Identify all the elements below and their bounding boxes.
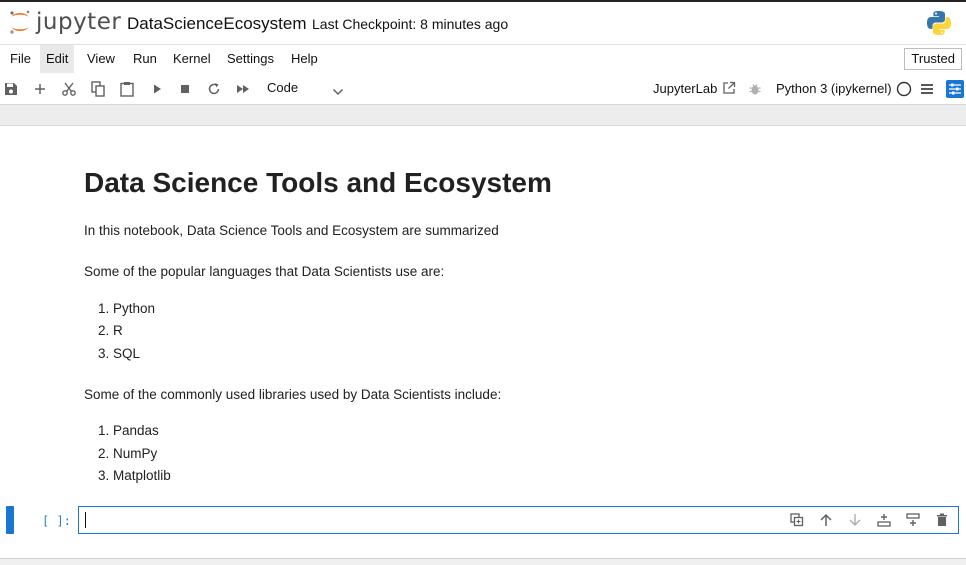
cell-prompt: [ ]: bbox=[42, 514, 71, 528]
list-item: 1. Python bbox=[98, 301, 156, 316]
jupyterlab-link[interactable]: JupyterLab bbox=[653, 81, 717, 96]
insert-above-icon[interactable] bbox=[876, 512, 892, 528]
python-logo-icon bbox=[926, 10, 952, 41]
move-down-icon[interactable] bbox=[847, 512, 863, 528]
copy-icon[interactable] bbox=[89, 80, 107, 98]
paste-icon[interactable] bbox=[118, 80, 136, 98]
list-item: 2. R bbox=[98, 323, 123, 338]
notebook-heading: Data Science Tools and Ecosystem bbox=[84, 167, 552, 198]
menu-settings[interactable]: Settings bbox=[221, 45, 280, 73]
cell-type-select[interactable]: Code bbox=[267, 80, 298, 95]
intro-text: In this notebook, Data Science Tools and… bbox=[84, 223, 499, 238]
cut-icon[interactable] bbox=[60, 80, 78, 98]
kernel-status-icon bbox=[895, 80, 913, 98]
menu-help[interactable]: Help bbox=[285, 45, 324, 73]
bug-icon[interactable] bbox=[746, 80, 764, 98]
fast-forward-icon[interactable] bbox=[234, 80, 252, 98]
move-up-icon[interactable] bbox=[818, 512, 834, 528]
notebook-toolbar: Code JupyterLab Python 3 (ipykernel) bbox=[0, 73, 966, 105]
restart-icon[interactable] bbox=[205, 80, 223, 98]
add-cell-icon[interactable] bbox=[31, 80, 49, 98]
kernel-name[interactable]: Python 3 (ipykernel) bbox=[776, 81, 892, 96]
active-cell-indicator bbox=[6, 506, 14, 534]
run-icon[interactable] bbox=[148, 80, 166, 98]
list-item: 2. NumPy bbox=[98, 446, 158, 461]
toolbar-separator bbox=[0, 105, 966, 126]
duplicate-cell-icon[interactable] bbox=[789, 512, 805, 528]
list-item: 3. Matplotlib bbox=[98, 468, 171, 483]
top-bar: jupyter DataScienceEcosystem Last Checkp… bbox=[0, 0, 966, 44]
external-link-icon[interactable] bbox=[720, 79, 738, 97]
menu-run[interactable]: Run bbox=[127, 45, 163, 73]
save-icon[interactable] bbox=[2, 80, 20, 98]
logo-text: jupyter bbox=[36, 9, 122, 35]
languages-intro: Some of the popular languages that Data … bbox=[84, 264, 445, 279]
text-caret bbox=[85, 512, 86, 528]
menu-view[interactable]: View bbox=[81, 45, 121, 73]
menu-bar: File Edit View Run Kernel Settings Help … bbox=[0, 44, 966, 74]
list-item: 1. Pandas bbox=[98, 423, 159, 438]
jupyter-logo[interactable]: jupyter bbox=[8, 8, 121, 36]
menu-lines-icon[interactable] bbox=[918, 80, 936, 98]
menu-file[interactable]: File bbox=[4, 45, 37, 73]
checkpoint-status: Last Checkpoint: 8 minutes ago bbox=[312, 16, 509, 32]
menu-edit[interactable]: Edit bbox=[40, 45, 75, 73]
property-inspector-icon[interactable] bbox=[946, 80, 964, 98]
insert-below-icon[interactable] bbox=[905, 512, 921, 528]
code-cell-input[interactable] bbox=[78, 506, 959, 534]
menu-kernel[interactable]: Kernel bbox=[167, 45, 217, 73]
trusted-button[interactable]: Trusted bbox=[904, 48, 962, 70]
notebook-title[interactable]: DataScienceEcosystem bbox=[127, 14, 307, 34]
libraries-intro: Some of the commonly used libraries used… bbox=[84, 387, 502, 402]
stop-icon[interactable] bbox=[176, 80, 194, 98]
jupyter-logo-icon bbox=[10, 10, 30, 34]
chevron-down-icon[interactable] bbox=[332, 83, 344, 101]
list-item: 3. SQL bbox=[98, 346, 141, 361]
delete-cell-icon[interactable] bbox=[934, 512, 950, 528]
